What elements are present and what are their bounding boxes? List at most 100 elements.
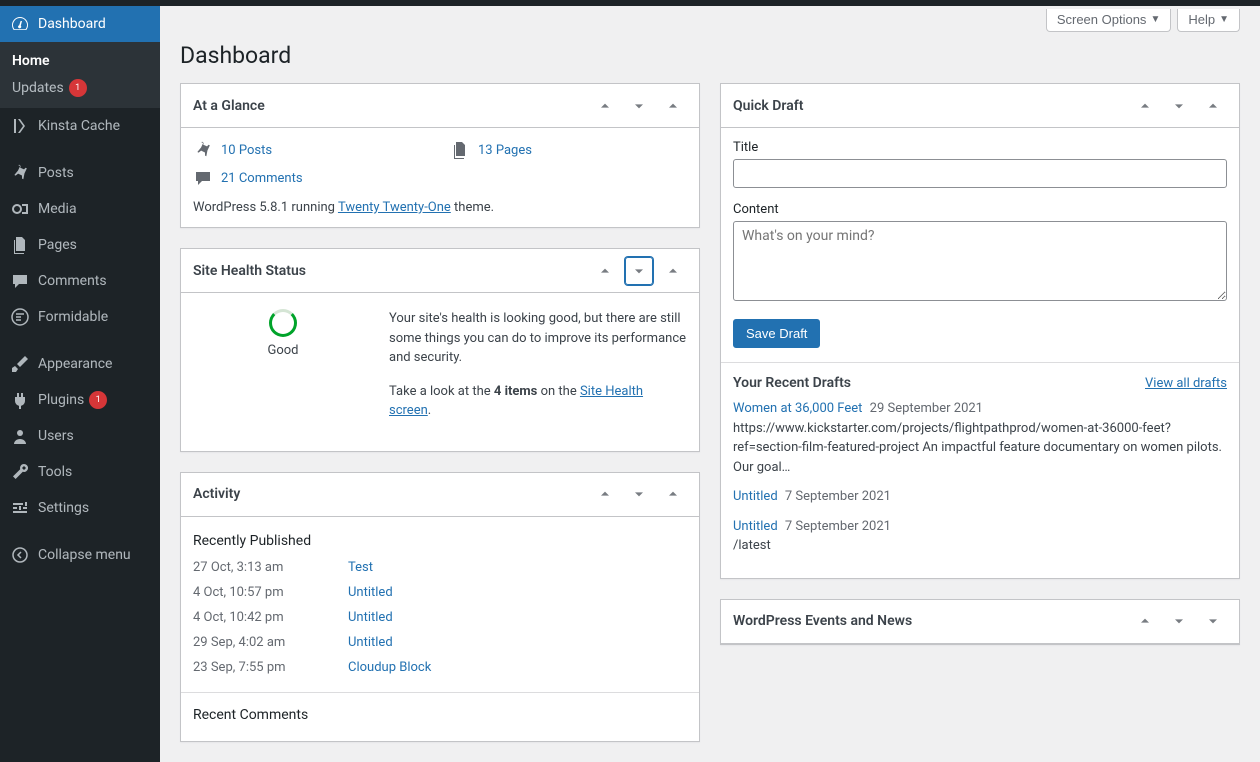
media-icon: [10, 199, 30, 219]
move-up-button[interactable]: [591, 257, 619, 285]
draft-excerpt: https://www.kickstarter.com/projects/fli…: [733, 419, 1227, 478]
toggle-button[interactable]: [659, 480, 687, 508]
caret-down-icon: ▼: [1150, 14, 1160, 25]
glance-posts: 10 Posts: [193, 140, 430, 160]
at-a-glance-widget: At a Glance 10 Posts: [180, 83, 700, 228]
comments-heading: Recent Comments: [193, 703, 687, 723]
draft-content-input[interactable]: [733, 221, 1227, 301]
theme-link[interactable]: Twenty Twenty-One: [338, 200, 451, 215]
activity-post-link[interactable]: Untitled: [348, 635, 393, 650]
toggle-button[interactable]: [659, 92, 687, 120]
draft-date: 7 September 2021: [785, 519, 891, 534]
posts-link[interactable]: 10 Posts: [221, 143, 272, 158]
activity-row: 29 Sep, 4:02 am Untitled: [193, 630, 687, 655]
plugin-icon: [10, 390, 30, 410]
glance-pages: 13 Pages: [450, 140, 687, 160]
pages-icon: [10, 235, 30, 255]
events-news-widget: WordPress Events and News: [720, 599, 1240, 645]
activity-row: 23 Sep, 7:55 pm Cloudup Block: [193, 655, 687, 680]
activity-date: 4 Oct, 10:57 pm: [193, 585, 348, 600]
caret-down-icon: ▼: [1219, 14, 1229, 25]
move-down-button[interactable]: [625, 480, 653, 508]
widget-title: At a Glance: [193, 98, 265, 114]
pages-link[interactable]: 13 Pages: [478, 143, 532, 158]
sidebar-item-formidable[interactable]: Formidable: [0, 299, 160, 335]
collapse-icon: [10, 545, 30, 565]
activity-date: 23 Sep, 7:55 pm: [193, 660, 348, 675]
user-icon: [10, 426, 30, 446]
draft-date: 29 September 2021: [870, 401, 983, 416]
sidebar-item-dashboard[interactable]: Dashboard: [0, 6, 160, 42]
move-down-button[interactable]: [625, 257, 653, 285]
formidable-icon: [10, 307, 30, 327]
toggle-button[interactable]: [1199, 607, 1227, 635]
screen-options-button[interactable]: Screen Options ▼: [1046, 9, 1172, 32]
pin-icon: [10, 163, 30, 183]
activity-post-link[interactable]: Untitled: [348, 585, 393, 600]
widget-title: Activity: [193, 486, 240, 502]
activity-post-link[interactable]: Untitled: [348, 610, 393, 625]
toggle-button[interactable]: [659, 257, 687, 285]
widget-title: Quick Draft: [733, 98, 803, 114]
page-title: Dashboard: [180, 42, 1240, 69]
activity-row: 27 Oct, 3:13 am Test: [193, 555, 687, 580]
updates-badge: 1: [69, 79, 87, 97]
move-up-button[interactable]: [591, 92, 619, 120]
sidebar-label: Dashboard: [38, 16, 106, 32]
health-summary: Your site's health is looking good, but …: [389, 309, 687, 368]
draft-item: Untitled 7 September 2021: [733, 487, 1227, 507]
activity-row: 4 Oct, 10:57 pm Untitled: [193, 580, 687, 605]
sidebar-item-posts[interactable]: Posts: [0, 155, 160, 191]
comment-icon: [10, 271, 30, 291]
sidebar-item-appearance[interactable]: Appearance: [0, 346, 160, 382]
pin-icon: [193, 140, 213, 160]
sidebar-item-tools[interactable]: Tools: [0, 454, 160, 490]
move-down-button[interactable]: [625, 92, 653, 120]
move-down-button[interactable]: [1165, 607, 1193, 635]
move-up-button[interactable]: [591, 480, 619, 508]
activity-date: 4 Oct, 10:42 pm: [193, 610, 348, 625]
view-all-drafts-link[interactable]: View all drafts: [1145, 376, 1227, 391]
sidebar-item-users[interactable]: Users: [0, 418, 160, 454]
draft-title-link[interactable]: Untitled: [733, 519, 778, 534]
sidebar-sub-updates[interactable]: Updates 1: [0, 74, 160, 102]
sidebar-item-kinsta[interactable]: Kinsta Cache: [0, 108, 160, 144]
sidebar-item-plugins[interactable]: Plugins 1: [0, 382, 160, 418]
sidebar-item-comments[interactable]: Comments: [0, 263, 160, 299]
activity-row: 4 Oct, 10:42 pm Untitled: [193, 605, 687, 630]
save-draft-button[interactable]: Save Draft: [733, 319, 820, 348]
glance-comments: 21 Comments: [193, 168, 430, 188]
activity-post-link[interactable]: Cloudup Block: [348, 660, 431, 675]
pages-icon: [450, 140, 470, 160]
draft-title-link[interactable]: Untitled: [733, 489, 778, 504]
activity-post-link[interactable]: Test: [348, 560, 373, 575]
draft-title-input[interactable]: [733, 159, 1227, 188]
move-up-button[interactable]: [1131, 92, 1159, 120]
draft-excerpt: /latest: [733, 536, 1227, 556]
sidebar-item-settings[interactable]: Settings: [0, 490, 160, 526]
admin-sidebar: Dashboard Home Updates 1 Kinsta Cache Po…: [0, 6, 160, 762]
quick-draft-widget: Quick Draft Title Content: [720, 83, 1240, 579]
plugins-badge: 1: [89, 391, 107, 409]
published-heading: Recently Published: [193, 529, 687, 549]
sidebar-item-pages[interactable]: Pages: [0, 227, 160, 263]
move-up-button[interactable]: [1131, 607, 1159, 635]
move-down-button[interactable]: [1165, 92, 1193, 120]
sidebar-sub-home[interactable]: Home: [0, 48, 160, 74]
help-button[interactable]: Help ▼: [1177, 9, 1240, 32]
comments-link[interactable]: 21 Comments: [221, 171, 303, 186]
draft-title-link[interactable]: Women at 36,000 Feet: [733, 401, 862, 416]
health-items-line: Take a look at the 4 items on the Site H…: [389, 382, 687, 421]
widget-title: Site Health Status: [193, 263, 306, 279]
activity-date: 29 Sep, 4:02 am: [193, 635, 348, 650]
draft-item: Women at 36,000 Feet 29 September 2021 h…: [733, 399, 1227, 477]
content-label: Content: [733, 202, 1227, 217]
health-status-label: Good: [267, 343, 298, 358]
health-indicator: Good: [193, 309, 373, 435]
recent-drafts-heading: Your Recent Drafts: [733, 375, 851, 391]
sidebar-item-media[interactable]: Media: [0, 191, 160, 227]
sliders-icon: [10, 498, 30, 518]
comment-icon: [193, 168, 213, 188]
toggle-button[interactable]: [1199, 92, 1227, 120]
sidebar-item-collapse[interactable]: Collapse menu: [0, 537, 160, 573]
